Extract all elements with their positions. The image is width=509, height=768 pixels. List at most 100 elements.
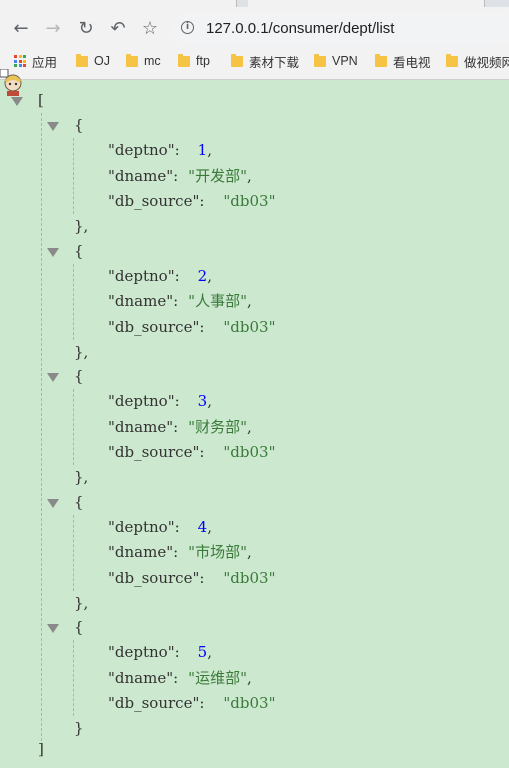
collapse-triangle-icon[interactable] (11, 97, 23, 106)
json-field-dname: "dname": "开发部", (108, 166, 252, 185)
folder-icon (375, 53, 387, 67)
info-icon[interactable]: i (181, 21, 194, 34)
bookmark-video[interactable]: 做视频网 (446, 52, 509, 70)
json-key: "db_source": (108, 568, 205, 587)
json-field-db_source: "db_source": "db03" (108, 691, 276, 715)
collapse-triangle-icon[interactable] (47, 122, 59, 131)
close-brace: }, (74, 217, 89, 235)
json-field-db_source: "db_source": "db03" (108, 315, 276, 339)
json-field-dname: "dname": "财务部", (108, 417, 252, 436)
folder-icon (446, 53, 458, 67)
indent-guide (73, 514, 74, 591)
address-bar[interactable]: i 127.0.0.1/consumer/dept/list (172, 13, 509, 44)
bookmark-label: ftp (196, 54, 210, 68)
json-value: "db03" (223, 694, 276, 712)
json-field-deptno: "deptno": 1, (108, 141, 212, 159)
indent-guide (41, 113, 42, 741)
json-key: "dname": (108, 292, 179, 310)
json-value: "db03" (223, 568, 276, 587)
close-brace: }, (74, 593, 89, 612)
indent-guide (73, 263, 74, 340)
json-field-deptno: "deptno": 5, (108, 643, 212, 661)
collapse-triangle-icon[interactable] (47, 373, 59, 382)
forward-button[interactable]: → (40, 15, 66, 41)
json-key: "db_source": (108, 317, 205, 336)
json-key: "deptno": (108, 643, 180, 661)
bookmark-tv[interactable]: 看电视 (375, 52, 431, 70)
arrow-right-icon: → (45, 17, 61, 39)
open-brace: { (74, 492, 84, 511)
json-viewer: [ {"deptno": 1, "dname": "开发部", "db_source":… (0, 80, 509, 768)
json-value: "db03" (223, 443, 276, 461)
folder-icon (126, 53, 138, 67)
json-field-db_source: "db_source": "db03" (108, 566, 276, 590)
arrow-left-icon: ← (13, 17, 29, 39)
address-url[interactable]: 127.0.0.1/consumer/dept/list (206, 20, 394, 37)
json-field-db_source: "db_source": "db03" (108, 189, 276, 213)
reload-icon: ↻ (78, 17, 94, 39)
json-key: "dname": (108, 417, 179, 436)
open-brace: { (74, 618, 84, 636)
json-value: 1 (197, 141, 208, 159)
json-value: 4 (197, 517, 208, 536)
json-field-deptno: "deptno": 3, (108, 392, 212, 410)
bookmark-label: 做视频网 (464, 55, 509, 70)
bookmark-apps[interactable]: 应用 (14, 52, 57, 70)
folder-icon (76, 53, 88, 67)
browser-chrome: ← → ↻ ↶ ☆ i 127.0.0.1/consumer/dept/list… (0, 0, 509, 80)
toolbar: ← → ↻ ↶ ☆ i 127.0.0.1/consumer/dept/list (0, 10, 509, 48)
json-value: 2 (197, 266, 208, 285)
open-brace: { (74, 241, 84, 260)
back-button[interactable]: ← (8, 15, 34, 41)
json-field-dname: "dname": "市场部", (108, 543, 252, 561)
collapse-triangle-icon[interactable] (47, 498, 59, 508)
apps-grid-icon (14, 55, 26, 67)
collapse-triangle-icon[interactable] (47, 247, 59, 257)
json-field-db_source: "db_source": "db03" (108, 440, 276, 464)
bookmark-label: 应用 (32, 55, 58, 70)
json-field-dname: "dname": "运维部", (108, 668, 252, 687)
bookmark-materials[interactable]: 素材下载 (231, 52, 299, 70)
undo-button[interactable]: ↶ (105, 15, 131, 41)
bookmark-ftp[interactable]: ftp (178, 52, 210, 70)
bookmark-label: 素材下载 (249, 55, 300, 70)
json-key: "dname": (108, 668, 179, 687)
tab[interactable] (0, 0, 237, 7)
reload-button[interactable]: ↻ (73, 15, 99, 41)
json-value: 5 (197, 643, 208, 661)
json-value: "人事部" (188, 292, 247, 310)
open-brace: { (74, 367, 84, 385)
json-value: "财务部" (188, 417, 247, 436)
json-value: "运维部" (188, 668, 247, 687)
bookmark-label: VPN (332, 54, 358, 68)
json-key: "db_source": (108, 694, 205, 712)
folder-icon (231, 53, 243, 67)
close-brace: }, (74, 468, 89, 486)
json-key: "dname": (108, 166, 179, 185)
json-value: "市场部" (188, 543, 247, 561)
json-key: "deptno": (108, 392, 180, 410)
collapse-triangle-icon[interactable] (47, 624, 59, 633)
bookmark-mc[interactable]: mc (126, 52, 161, 70)
indent-guide (73, 389, 74, 465)
json-key: "dname": (108, 543, 179, 561)
json-key: "deptno": (108, 141, 180, 159)
open-brace: { (74, 116, 84, 134)
bookmarks-bar: 应用 OJ mc ftp 素材下载 VPN 看电视 做视频网 (0, 48, 509, 74)
folder-icon (178, 53, 190, 67)
undo-icon: ↶ (110, 17, 126, 39)
indent-guide (73, 138, 74, 214)
close-bracket: ] (38, 740, 44, 758)
bookmark-vpn[interactable]: VPN (314, 52, 358, 70)
json-value: "db03" (223, 317, 276, 336)
star-icon: ☆ (141, 17, 159, 39)
json-value: "开发部" (188, 166, 247, 185)
tab[interactable] (248, 0, 485, 7)
bookmark-oj[interactable]: OJ (76, 52, 110, 70)
json-field-deptno: "deptno": 4, (108, 517, 212, 536)
bookmark-label: OJ (94, 54, 110, 68)
bookmark-label: mc (144, 54, 161, 68)
json-field-deptno: "deptno": 2, (108, 266, 212, 285)
json-field-dname: "dname": "人事部", (108, 292, 252, 310)
bookmark-star-button[interactable]: ☆ (137, 15, 163, 41)
